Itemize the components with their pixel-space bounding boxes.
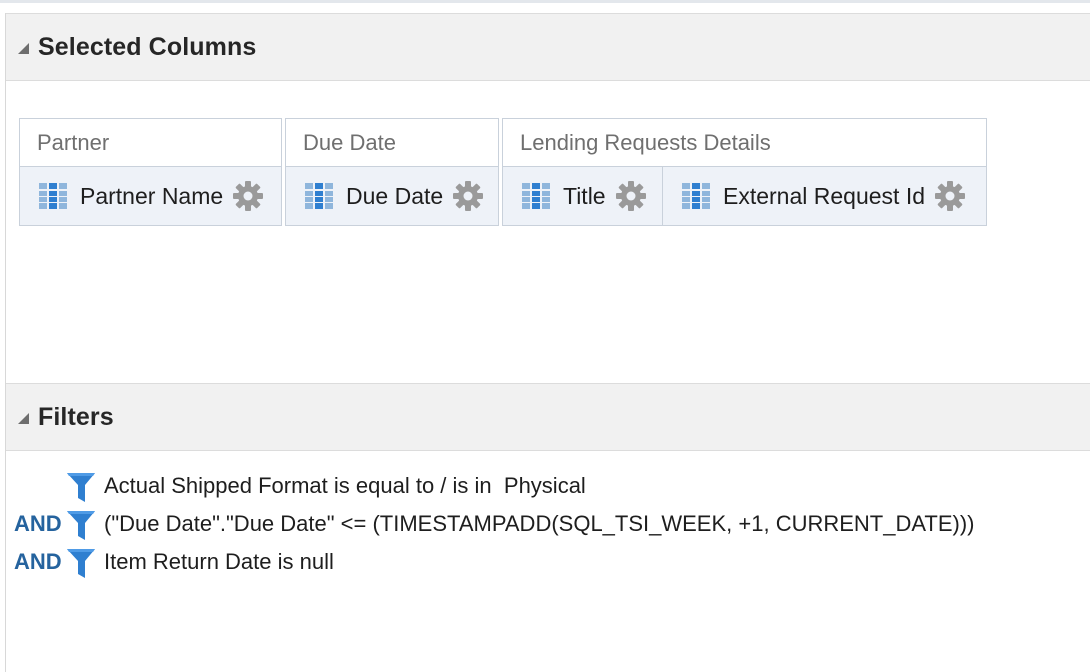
gear-icon[interactable]	[452, 180, 484, 212]
filter-expression[interactable]: ("Due Date"."Due Date" <= (TIMESTAMPADD(…	[104, 511, 975, 537]
filter-funnel-icon	[67, 473, 95, 502]
column-external-request-id[interactable]: External Request Id	[662, 167, 986, 225]
filter-connector[interactable]: AND	[14, 549, 66, 575]
filter-field: ("Due Date"."Due Date" <= (TIMESTAMPADD(…	[104, 511, 975, 536]
column-partner-name[interactable]: Partner Name	[20, 167, 281, 225]
selected-columns-header[interactable]: Selected Columns	[6, 13, 1090, 81]
column-grid-icon	[522, 183, 550, 209]
column-groups: Partner Partner Name Due Date Due Date L…	[19, 118, 990, 226]
column-title[interactable]: Title	[503, 167, 662, 225]
column-group-body: Partner Name	[20, 167, 281, 225]
filter-connector[interactable]: AND	[14, 511, 66, 537]
column-group-lending-requests-details: Lending Requests Details Title External …	[502, 118, 987, 226]
filters-list: Actual Shipped Format is equal to / is i…	[14, 471, 1074, 585]
column-group-partner: Partner Partner Name	[19, 118, 282, 226]
filter-row[interactable]: AND ("Due Date"."Due Date" <= (TIMESTAMP…	[14, 509, 1074, 547]
column-grid-icon	[682, 183, 710, 209]
filter-expression[interactable]: Item Return Date is null	[104, 549, 334, 575]
column-group-header: Lending Requests Details	[503, 119, 986, 167]
filter-funnel-icon	[67, 511, 95, 540]
column-group-header: Partner	[20, 119, 281, 167]
filter-expression[interactable]: Actual Shipped Format is equal to / is i…	[104, 473, 586, 499]
column-group-due-date: Due Date Due Date	[285, 118, 499, 226]
filter-row[interactable]: AND Item Return Date is null	[14, 547, 1074, 585]
collapse-triangle-icon[interactable]	[18, 42, 29, 54]
column-label: External Request Id	[723, 182, 926, 209]
selected-columns-panel: Selected Columns Partner Partner Name Du…	[5, 13, 1090, 383]
filter-operator: is equal to / is in	[333, 473, 492, 498]
gear-icon[interactable]	[232, 180, 264, 212]
column-grid-icon	[39, 183, 67, 209]
filter-operator: is null	[277, 549, 334, 574]
column-label: Title	[563, 182, 606, 209]
column-label: Due Date	[346, 182, 444, 209]
filter-field: Item Return Date	[104, 549, 272, 574]
column-label: Partner Name	[80, 182, 224, 209]
selected-columns-title: Selected Columns	[38, 32, 257, 61]
criteria-page: Selected Columns Partner Partner Name Du…	[0, 0, 1090, 672]
column-group-body: Title External Request Id	[503, 167, 986, 225]
filters-panel: Filters Actual Shipped Format is equal t…	[5, 383, 1090, 672]
gear-icon[interactable]	[934, 180, 966, 212]
top-divider	[0, 0, 1090, 3]
filter-value: Physical	[503, 473, 586, 498]
gear-icon[interactable]	[615, 180, 647, 212]
column-due-date[interactable]: Due Date	[286, 167, 498, 225]
collapse-triangle-icon[interactable]	[18, 412, 29, 424]
filter-field: Actual Shipped Format	[104, 473, 328, 498]
column-group-body: Due Date	[286, 167, 498, 225]
column-grid-icon	[305, 183, 333, 209]
filters-header[interactable]: Filters	[6, 383, 1090, 451]
filter-row[interactable]: Actual Shipped Format is equal to / is i…	[14, 471, 1074, 509]
filter-funnel-icon	[67, 549, 95, 578]
column-group-header: Due Date	[286, 119, 498, 167]
filters-title: Filters	[38, 402, 114, 431]
